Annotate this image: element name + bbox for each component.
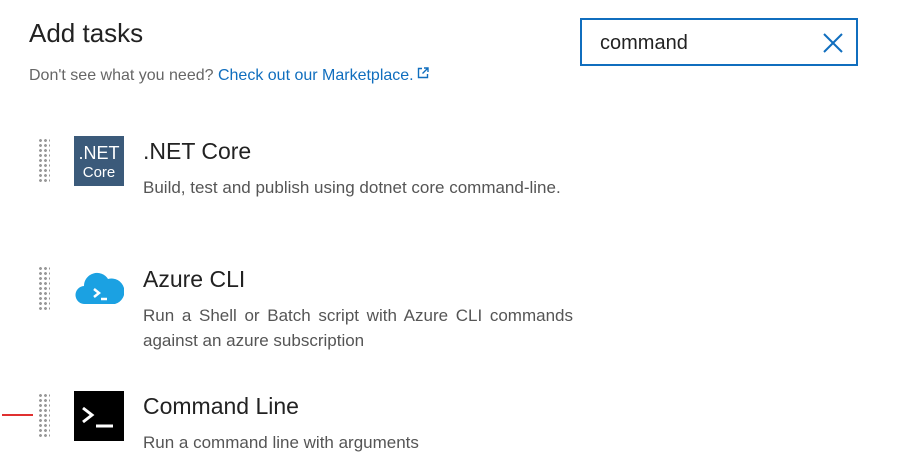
page-title: Add tasks <box>29 18 144 48</box>
drag-handle-icon[interactable] <box>38 138 50 184</box>
dotnet-core-icon: .NET Core <box>74 136 124 186</box>
task-description: Build, test and publish using dotnet cor… <box>143 178 561 197</box>
close-icon[interactable] <box>822 32 844 54</box>
search-input[interactable] <box>600 30 820 56</box>
marketplace-link[interactable]: Check out our Marketplace. <box>218 67 429 84</box>
drag-handle-icon[interactable] <box>38 266 50 312</box>
dotnet-icon-text-net: .NET <box>78 143 119 163</box>
marketplace-link-label: Check out our Marketplace. <box>217 67 414 84</box>
marketplace-hint: Don't see what you need? Check out our M… <box>29 66 429 85</box>
external-link-icon <box>417 66 429 79</box>
dotnet-icon-text-core: Core <box>83 164 116 181</box>
task-description: Run a command line with arguments <box>143 433 419 452</box>
drag-indicator-line <box>2 414 33 416</box>
hint-text: Don't see what you need? <box>29 67 218 84</box>
task-name: .NET Core <box>143 138 252 164</box>
azure-cli-cloud-icon <box>74 264 125 314</box>
task-description: Run a Shell or Batch script with Azure C… <box>143 306 573 350</box>
task-name: Command Line <box>143 393 299 419</box>
task-name: Azure CLI <box>143 266 246 292</box>
drag-handle-icon[interactable] <box>38 393 50 439</box>
terminal-icon <box>74 391 124 441</box>
task-search-box <box>580 18 858 66</box>
